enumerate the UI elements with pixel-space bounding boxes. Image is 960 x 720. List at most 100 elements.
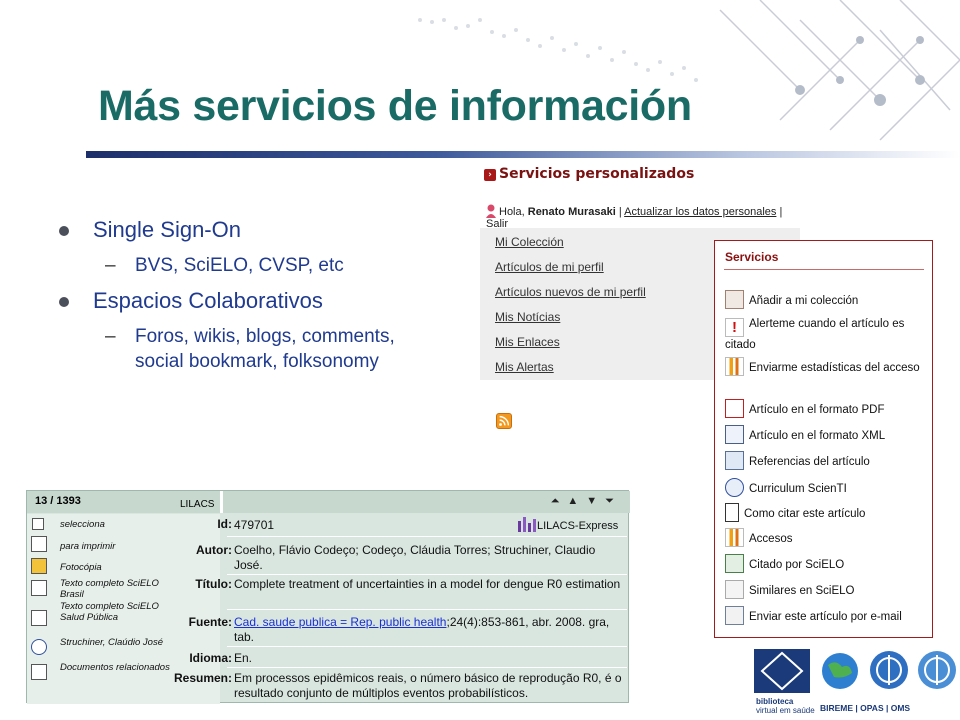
services-box: Servicios Añadir a mi colección ! Alertem…	[714, 240, 933, 638]
greeting-text: Hola,	[499, 206, 528, 218]
field-value-author: Coelho, Flávio Codeço; Codeço, Cláudia T…	[234, 543, 596, 572]
service-email[interactable]: Enviar este artículo por e-mail	[725, 606, 925, 626]
record-toolbar: 13 / 1393 LILACS ⏶▲▼⏷	[27, 491, 630, 513]
service-label: Similares en SciELO	[749, 585, 855, 597]
service-label: Enviar este artículo por e-mail	[749, 611, 902, 623]
personalized-services-heading: › Servicios personalizados	[484, 166, 694, 182]
slide-title: Más servicios de información	[98, 82, 692, 130]
service-cited-by[interactable]: Citado por SciELO	[725, 554, 925, 574]
service-pdf[interactable]: Artículo en el formato PDF	[725, 399, 925, 419]
last-record-icon[interactable]: ⏷	[605, 495, 622, 507]
sub-bullet-collaborative-examples: Foros, wikis, blogs, comments, social bo…	[55, 324, 425, 374]
toolbar-divider	[220, 491, 223, 513]
alert-icon: !	[725, 318, 744, 337]
fotocopia-icon[interactable]	[31, 558, 47, 574]
heading-text: Servicios personalizados	[499, 166, 695, 182]
cited-icon	[725, 554, 744, 573]
service-how-to-cite[interactable]: Como citar este artículo	[725, 503, 925, 523]
menu-my-collection[interactable]: Mi Colección	[495, 235, 564, 249]
sub-bullet-sso-examples: BVS, SciELO, CVSP, etc	[55, 253, 425, 278]
oms-emblem-logo	[918, 651, 956, 689]
field-value-id: 479701	[234, 518, 275, 532]
service-xml[interactable]: Artículo en el formato XML	[725, 425, 925, 445]
user-avatar-icon	[486, 204, 496, 218]
user-name: Renato Murasaki	[527, 206, 616, 218]
email-icon	[725, 606, 744, 625]
cite-icon	[725, 503, 739, 522]
bullet-collaborative-spaces: Espacios Colaborativos	[55, 284, 425, 318]
partner-logos: biblioteca virtual em saúde BIREME | OPA…	[752, 647, 960, 720]
previous-record-icon[interactable]: ▲	[567, 495, 586, 507]
services-title: Servicios	[725, 250, 779, 264]
bar-chart-icon	[725, 357, 744, 376]
service-label: Curriculum ScienTI	[749, 483, 847, 495]
lilacs-record: 13 / 1393 LILACS ⏶▲▼⏷ selecciona para im…	[26, 490, 630, 704]
service-label: Enviarme estadísticas del acceso	[749, 362, 920, 374]
record-counter: 13 / 1393	[35, 495, 81, 507]
separator: |	[776, 206, 783, 218]
action-fotocopia[interactable]: Fotocópia	[60, 562, 102, 573]
service-label: Artículo en el formato PDF	[749, 404, 885, 416]
title-underline	[86, 151, 960, 158]
pdf-icon	[725, 399, 744, 418]
service-label: Añadir a mi colección	[749, 295, 859, 307]
record-source: LILACS	[180, 499, 215, 510]
service-label: Alerteme cuando el artículo es citado	[725, 318, 905, 351]
field-value-abstract: Em processos epidêmicos reais, o número …	[234, 671, 622, 700]
service-label: Citado por SciELO	[749, 559, 845, 571]
user-greeting-bar: Hola, Renato Murasaki | Actualizar los d…	[486, 204, 800, 230]
service-similar[interactable]: Similares en SciELO	[725, 580, 925, 600]
action-author-curriculum[interactable]: Struchiner, Claúdio José	[60, 637, 165, 648]
field-label-source: Fuente:	[188, 615, 232, 629]
journal-link[interactable]: Cad. saude publica = Rep. public health	[234, 615, 446, 629]
update-profile-link[interactable]: Actualizar los datos personales	[624, 206, 776, 218]
service-send-statistics[interactable]: Enviarme estadísticas del acceso	[725, 357, 925, 377]
menu-my-news[interactable]: Mis Notícias	[495, 310, 560, 324]
field-label-abstract: Resumen:	[173, 671, 232, 685]
field-divider	[227, 609, 627, 610]
xml-icon	[725, 425, 744, 444]
services-divider	[724, 269, 924, 270]
rss-feed-icon[interactable]	[496, 413, 512, 429]
field-divider	[227, 646, 627, 647]
menu-profile-articles[interactable]: Artículos de mi perfil	[495, 260, 604, 274]
field-divider	[227, 536, 627, 537]
access-chart-icon	[725, 528, 744, 547]
field-label-language: Idioma:	[189, 651, 232, 665]
service-references[interactable]: Referencias del artículo	[725, 451, 925, 471]
arrow-right-icon: ›	[484, 169, 496, 181]
opas-emblem-logo	[870, 651, 908, 689]
service-label: Artículo en el formato XML	[749, 430, 886, 442]
field-value-title: Complete treatment of uncertainties in a…	[234, 577, 621, 591]
bireme-globe-logo	[822, 653, 858, 689]
next-record-icon[interactable]: ▼	[586, 495, 605, 507]
curriculum-icon	[725, 478, 744, 497]
bvs-logo	[754, 649, 810, 693]
first-record-icon[interactable]: ⏶	[551, 495, 568, 507]
bullet-single-sign-on: Single Sign-On	[55, 213, 425, 247]
bvs-label-1: biblioteca	[756, 697, 794, 706]
bvs-label-2: virtual em saúde	[756, 706, 815, 715]
service-label: Accesos	[749, 533, 793, 545]
record-navigation: ⏶▲▼⏷	[551, 495, 622, 508]
service-curriculum[interactable]: Curriculum ScienTI	[725, 478, 925, 498]
service-label: Referencias del artículo	[749, 456, 870, 468]
service-label: Como citar este artículo	[744, 508, 866, 520]
menu-my-links[interactable]: Mis Enlaces	[495, 335, 560, 349]
menu-new-profile-articles[interactable]: Artículos nuevos de mi perfil	[495, 285, 646, 299]
org-names: BIREME | OPAS | OMS	[820, 703, 911, 713]
folder-icon	[725, 290, 744, 309]
menu-my-alerts[interactable]: Mis Alertas	[495, 360, 554, 374]
separator: |	[615, 206, 625, 218]
field-label-id: Id:	[217, 517, 232, 531]
field-divider	[227, 667, 627, 668]
field-label-title: Título:	[195, 577, 232, 591]
references-icon	[725, 451, 744, 470]
service-add-to-collection[interactable]: Añadir a mi colección	[725, 290, 925, 310]
field-divider	[227, 574, 627, 575]
field-value-source: Cad. saude publica = Rep. public health;…	[234, 615, 626, 645]
service-accesses[interactable]: Accesos	[725, 528, 925, 548]
bullet-list: Single Sign-On BVS, SciELO, CVSP, etc Es…	[55, 213, 425, 380]
service-cite-alert[interactable]: ! Alerteme cuando el artículo es citado	[725, 316, 925, 354]
similar-icon	[725, 580, 744, 599]
